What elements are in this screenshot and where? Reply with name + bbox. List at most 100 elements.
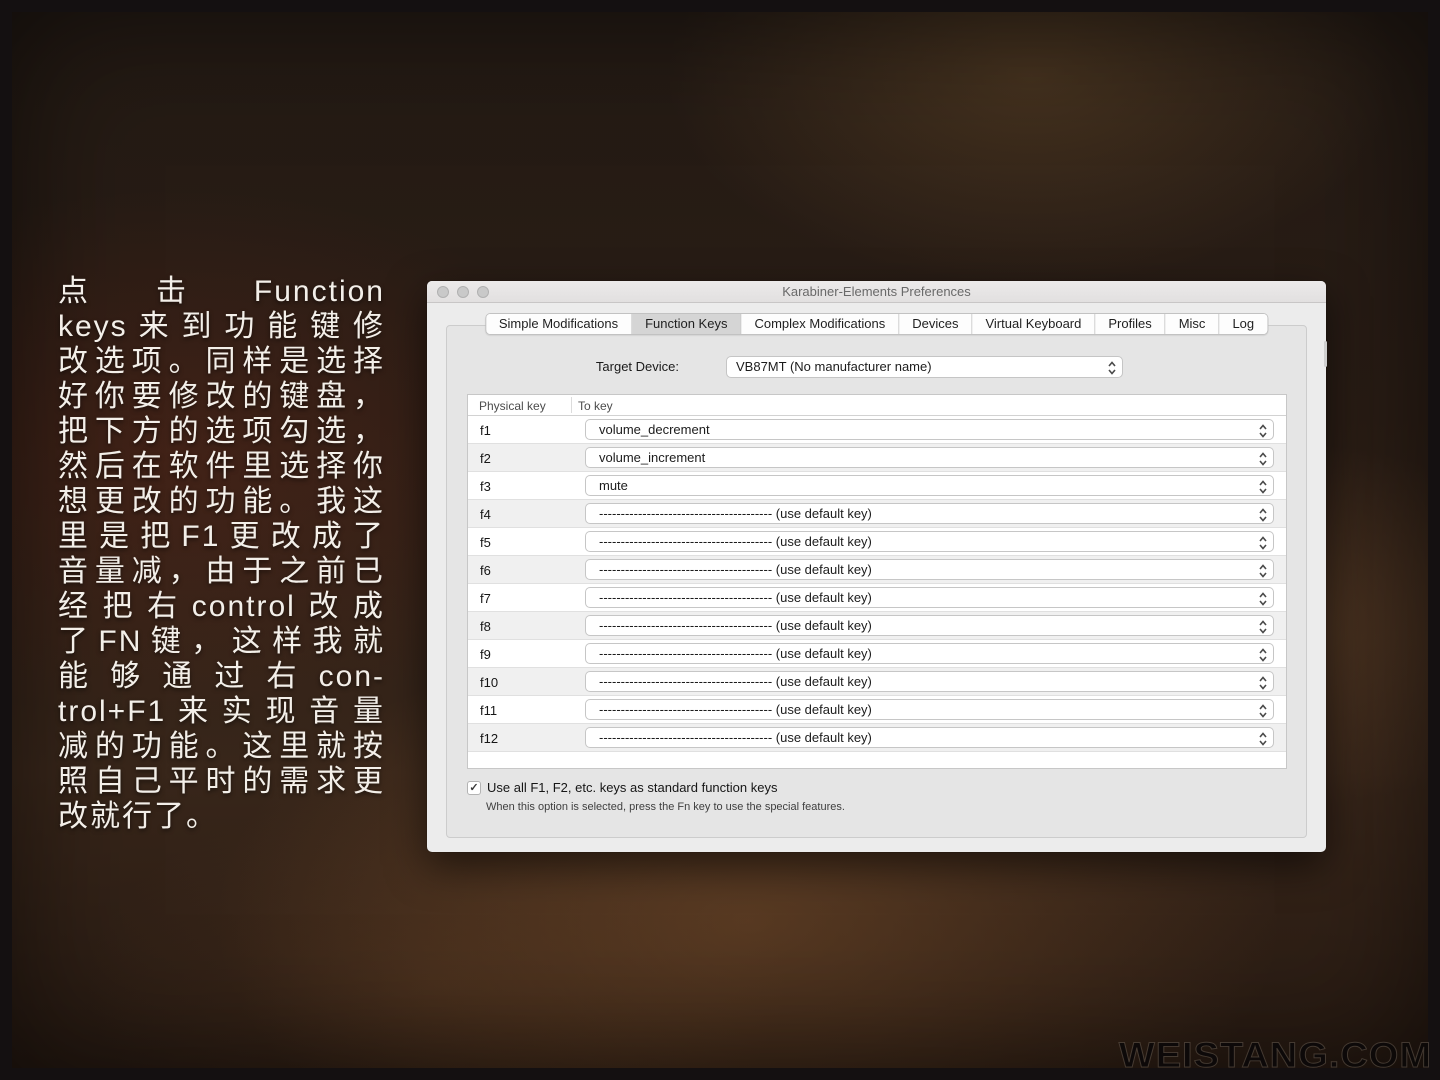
table-row: f4 -------------------------------------… — [468, 500, 1286, 528]
physical-key-label: f5 — [480, 535, 491, 550]
to-key-select[interactable]: ----------------------------------------… — [585, 671, 1274, 692]
caption-line: 音量减，由于之前已 — [58, 555, 385, 588]
chevron-up-down-icon — [1258, 647, 1268, 663]
caption-line: 里是把F1更改成了 — [58, 520, 385, 553]
standard-function-keys-label: Use all F1, F2, etc. keys as standard fu… — [487, 780, 778, 795]
chevron-up-down-icon — [1258, 563, 1268, 579]
chevron-up-down-icon — [1258, 535, 1268, 551]
function-key-mapping-table: Physical key To key f1 volume_decrement — [467, 394, 1287, 769]
watermark: WEISTANG.COM — [1118, 1036, 1432, 1076]
to-key-value: ----------------------------------------… — [599, 618, 872, 633]
to-key-select[interactable]: mute — [585, 475, 1274, 496]
table-row: f2 volume_increment — [468, 444, 1286, 472]
column-header-physical-key: Physical key — [479, 399, 546, 413]
target-device-row: Target Device: VB87MT (No manufacturer n… — [447, 356, 1306, 378]
tab[interactable]: Log — [1219, 314, 1268, 334]
table-row: f9 -------------------------------------… — [468, 640, 1286, 668]
tab[interactable]: Devices — [899, 314, 973, 334]
standard-function-keys-hint: When this option is selected, press the … — [486, 801, 845, 813]
table-row: f11 ------------------------------------… — [468, 696, 1286, 724]
caption-line: 点击Function — [58, 275, 385, 308]
chevron-up-down-icon — [1107, 360, 1117, 377]
chevron-up-down-icon — [1258, 479, 1268, 495]
table-row: f10 ------------------------------------… — [468, 668, 1286, 696]
physical-key-label: f10 — [480, 675, 499, 690]
caption-line: trol+F1来实现音量 — [58, 695, 385, 728]
karabiner-preferences-window: Karabiner-Elements Preferences Simple Mo… — [427, 281, 1327, 852]
caption-line: 改就行了。 — [58, 800, 218, 833]
to-key-select[interactable]: ----------------------------------------… — [585, 643, 1274, 664]
to-key-select[interactable]: volume_increment — [585, 447, 1274, 468]
preferences-tabbar: Simple Modifications Function Keys Complex… — [484, 313, 1269, 335]
table-row: f7 -------------------------------------… — [468, 584, 1286, 612]
physical-key-label: f12 — [480, 731, 499, 746]
to-key-select[interactable]: ----------------------------------------… — [585, 727, 1274, 748]
standard-function-keys-checkbox[interactable]: ✓ — [467, 780, 481, 795]
table-row: f8 -------------------------------------… — [468, 612, 1286, 640]
table-header: Physical key To key — [468, 395, 1286, 416]
to-key-select[interactable]: ----------------------------------------… — [585, 503, 1274, 524]
caption-line: keys来到功能键修 — [58, 310, 385, 343]
to-key-value: ----------------------------------------… — [599, 702, 872, 717]
caption-line: 好你要修改的键盘， — [58, 380, 385, 413]
to-key-value: mute — [599, 478, 628, 493]
table-row: f1 volume_decrement — [468, 416, 1286, 444]
physical-key-label: f4 — [480, 507, 491, 522]
physical-key-label: f9 — [480, 647, 491, 662]
to-key-value: ----------------------------------------… — [599, 590, 872, 605]
to-key-select[interactable]: ----------------------------------------… — [585, 587, 1274, 608]
to-key-value: volume_increment — [599, 450, 706, 465]
target-device-value: VB87MT (No manufacturer name) — [736, 359, 932, 374]
chevron-up-down-icon — [1258, 423, 1268, 439]
table-row: f5 -------------------------------------… — [468, 528, 1286, 556]
background-scrollbar-artifact — [1324, 341, 1327, 367]
caption-line: 改选项。同样是选择 — [58, 345, 385, 378]
to-key-select[interactable]: ----------------------------------------… — [585, 699, 1274, 720]
target-device-select[interactable]: VB87MT (No manufacturer name) — [726, 356, 1123, 378]
function-keys-panel: Target Device: VB87MT (No manufacturer n… — [446, 325, 1307, 838]
chevron-up-down-icon — [1258, 451, 1268, 467]
chevron-up-down-icon — [1258, 703, 1268, 719]
physical-key-label: f8 — [480, 619, 491, 634]
physical-key-label: f2 — [480, 451, 491, 466]
tab[interactable]: Complex Modifications — [741, 314, 900, 334]
to-key-value: ----------------------------------------… — [599, 534, 872, 549]
to-key-value: ----------------------------------------… — [599, 646, 872, 661]
physical-key-label: f6 — [480, 563, 491, 578]
tutorial-caption: 点击Function keys来到功能键修 改选项。同样是选择 好你要修改的键盘， 把下… — [58, 274, 385, 834]
chevron-up-down-icon — [1258, 591, 1268, 607]
to-key-select[interactable]: ----------------------------------------… — [585, 531, 1274, 552]
chevron-up-down-icon — [1258, 731, 1268, 747]
table-body: f1 volume_decrement f2 volume_increment — [468, 416, 1286, 752]
caption-line: 了FN键，这样我就 — [58, 625, 385, 658]
physical-key-label: f7 — [480, 591, 491, 606]
physical-key-label: f3 — [480, 479, 491, 494]
caption-line: 减的功能。这里就按 — [58, 730, 385, 763]
tab[interactable]: Virtual Keyboard — [972, 314, 1096, 334]
table-row: f12 ------------------------------------… — [468, 724, 1286, 752]
chevron-up-down-icon — [1258, 619, 1268, 635]
caption-line: 然后在软件里选择你 — [58, 450, 385, 483]
table-row: f3 mute — [468, 472, 1286, 500]
physical-key-label: f11 — [480, 703, 498, 718]
titlebar[interactable]: Karabiner-Elements Preferences — [427, 281, 1326, 303]
window-title: Karabiner-Elements Preferences — [782, 284, 971, 299]
caption-line: 想更改的功能。我这 — [58, 485, 385, 518]
tab[interactable]: Misc — [1165, 314, 1220, 334]
to-key-select[interactable]: volume_decrement — [585, 419, 1274, 440]
column-header-to-key: To key — [578, 399, 613, 413]
to-key-value: ----------------------------------------… — [599, 506, 872, 521]
to-key-select[interactable]: ----------------------------------------… — [585, 559, 1274, 580]
caption-line: 能够通过右con- — [58, 660, 385, 693]
chevron-up-down-icon — [1258, 507, 1268, 523]
to-key-select[interactable]: ----------------------------------------… — [585, 615, 1274, 636]
to-key-value: ----------------------------------------… — [599, 562, 872, 577]
tab[interactable]: Simple Modifications — [485, 314, 633, 334]
caption-line: 经把右control改成 — [58, 590, 385, 623]
table-row: f6 -------------------------------------… — [468, 556, 1286, 584]
tab[interactable]: Function Keys — [632, 314, 742, 334]
chevron-up-down-icon — [1258, 675, 1268, 691]
caption-line: 照自己平时的需求更 — [58, 765, 385, 798]
tab[interactable]: Profiles — [1095, 314, 1166, 334]
to-key-value: volume_decrement — [599, 422, 710, 437]
